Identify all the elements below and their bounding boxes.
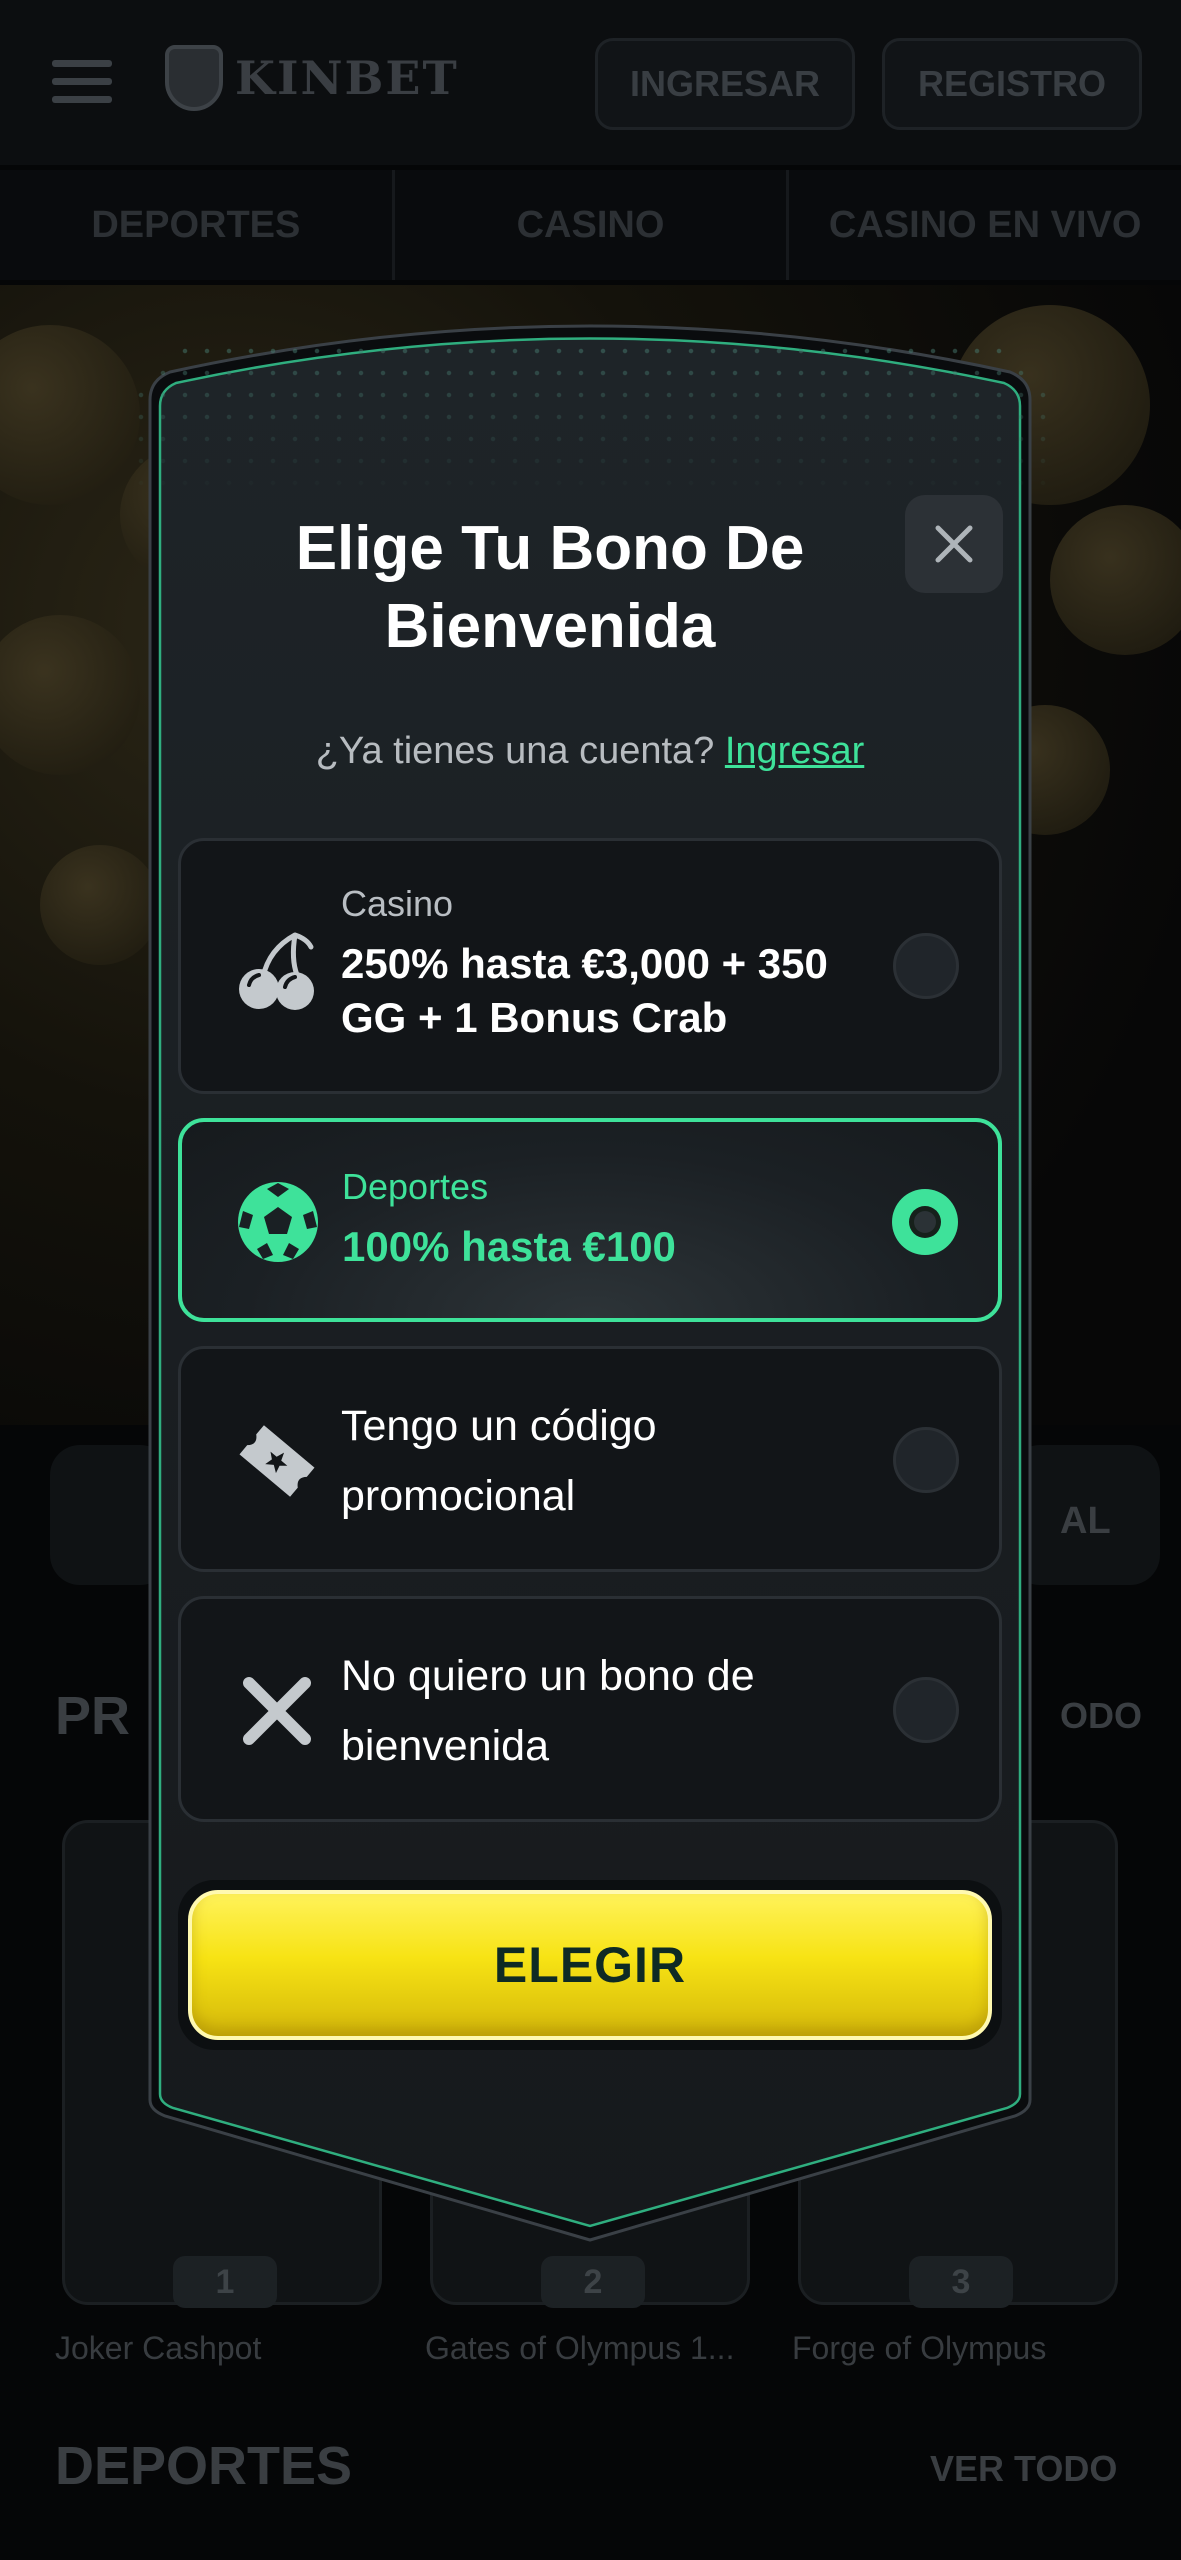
sports-see-all-link[interactable]: VER TODO: [930, 2448, 1117, 2490]
option-label: Tengo un código promocional: [341, 1402, 657, 1520]
option-value: 100% hasta €100: [342, 1223, 676, 1270]
menu-icon[interactable]: [52, 60, 112, 104]
x-icon: [231, 1665, 323, 1757]
bonus-option-no-bonus[interactable]: No quiero un bono de bienvenida: [178, 1596, 1002, 1822]
tab-sports[interactable]: DEPORTES: [0, 170, 395, 280]
login-button[interactable]: INGRESAR: [595, 38, 855, 130]
radio-no-bonus[interactable]: [893, 1677, 959, 1743]
bonus-option-casino[interactable]: Casino 250% hasta €3,000 + 350 GG + 1 Bo…: [178, 838, 1002, 1094]
main-nav: DEPORTES CASINO CASINO EN VIVO: [0, 170, 1181, 280]
option-text: Casino 250% hasta €3,000 + 350 GG + 1 Bo…: [341, 883, 849, 1045]
game-name: Joker Cashpot: [55, 2330, 262, 2366]
option-label: No quiero un bono de bienvenida: [341, 1652, 755, 1770]
promo-section-link[interactable]: ODO: [1060, 1695, 1142, 1737]
sports-section-title: DEPORTES: [55, 2436, 353, 2496]
close-button[interactable]: [905, 495, 1003, 593]
register-button[interactable]: REGISTRO: [882, 38, 1142, 130]
radio-casino[interactable]: [893, 933, 959, 999]
game-name: Forge of Olympus: [792, 2330, 1047, 2366]
logo-text: KINBET: [235, 51, 459, 105]
radio-promo-code[interactable]: [893, 1427, 959, 1493]
option-text: Deportes 100% hasta €100: [342, 1166, 848, 1274]
game-rank: 3: [909, 2256, 1013, 2308]
logo-badge-icon: [165, 45, 223, 111]
logo[interactable]: KINBET: [165, 45, 459, 111]
game-rank: 2: [541, 2256, 645, 2308]
login-link[interactable]: Ingresar: [725, 730, 864, 772]
choose-button[interactable]: ELEGIR: [188, 1890, 992, 2040]
close-icon: [935, 525, 973, 563]
dot-pattern-decoration: [130, 340, 1050, 500]
bonus-option-sports[interactable]: Deportes 100% hasta €100: [178, 1118, 1002, 1322]
tab-live-casino[interactable]: CASINO EN VIVO: [789, 170, 1181, 280]
radio-sports[interactable]: [892, 1189, 958, 1255]
soccer-ball-icon: [232, 1176, 324, 1268]
cta-container: ELEGIR: [178, 1880, 1002, 2050]
modal-title: Elige Tu Bono De Bienvenida: [295, 514, 805, 661]
game-name: Gates of Olympus 1...: [425, 2330, 735, 2366]
option-category: Casino: [341, 883, 454, 924]
welcome-bonus-modal: Elige Tu Bono De Bienvenida ¿Ya tienes u…: [110, 320, 1070, 2250]
tab-casino[interactable]: CASINO: [395, 170, 790, 280]
game-rank: 1: [173, 2256, 277, 2308]
ticket-icon: [231, 1415, 323, 1507]
login-prompt-text: ¿Ya tienes una cuenta?: [315, 730, 715, 772]
option-text: No quiero un bono de bienvenida: [341, 1641, 849, 1781]
cherries-icon: [231, 923, 323, 1015]
option-category: Deportes: [342, 1166, 489, 1207]
option-value: 250% hasta €3,000 + 350 GG + 1 Bonus Cra…: [341, 940, 828, 1041]
login-prompt-row: ¿Ya tienes una cuenta? Ingresar: [110, 730, 1070, 773]
bonus-option-promo-code[interactable]: Tengo un código promocional: [178, 1346, 1002, 1572]
option-text: Tengo un código promocional: [341, 1391, 849, 1531]
top-bar: KINBET INGRESAR REGISTRO: [0, 0, 1181, 165]
